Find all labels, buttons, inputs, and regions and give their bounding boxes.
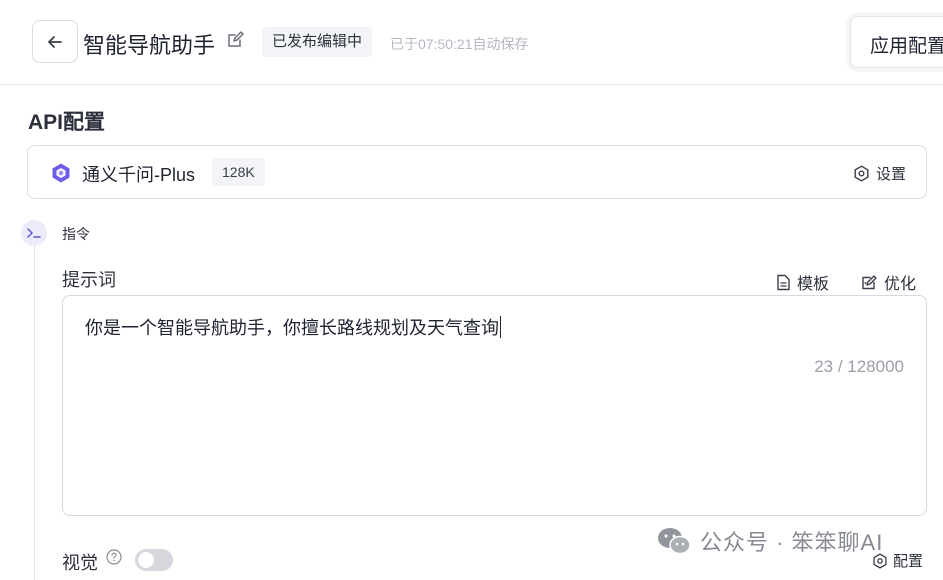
status-badge: 已发布编辑中	[262, 27, 373, 57]
instruction-label: 指令	[62, 226, 90, 242]
help-icon[interactable]	[106, 549, 122, 565]
qwen-logo-icon	[52, 163, 70, 183]
vision-config-button[interactable]: 配置	[872, 550, 923, 571]
wechat-icon	[658, 528, 691, 555]
settings-label: 设置	[876, 166, 907, 183]
optimize-button[interactable]: 优化	[861, 270, 916, 294]
edit-icon[interactable]	[226, 31, 244, 49]
timeline-line	[34, 246, 35, 580]
model-selector[interactable]: 通义千问-Plus 128K 设置	[27, 145, 927, 199]
watermark-text: 公众号 · 笨笨聊AI	[700, 530, 884, 555]
watermark: 公众号 · 笨笨聊AI	[656, 525, 883, 557]
prompt-label: 提示词	[62, 270, 116, 290]
gear-icon	[854, 165, 869, 182]
vision-toggle[interactable]	[135, 549, 173, 571]
back-button[interactable]	[32, 20, 78, 63]
arrow-left-icon	[48, 35, 62, 48]
prompt-text: 你是一个智能导航助手，你擅长路线规划及天气查询	[85, 318, 499, 338]
api-config-title: API配置	[28, 111, 106, 134]
prompt-textarea[interactable]: 你是一个智能导航助手，你擅长路线规划及天气查询 23 / 128000	[62, 295, 927, 516]
vision-config-label: 配置	[893, 553, 924, 570]
text-caret	[500, 316, 501, 338]
instruction-icon	[21, 220, 47, 246]
model-settings-button[interactable]: 设置	[853, 163, 906, 184]
top-bar: 智能导航助手 已发布编辑中 已于07:50:21自动保存 应用配置	[0, 0, 943, 85]
vision-label: 视觉	[62, 553, 98, 573]
template-button[interactable]: 模板	[776, 270, 829, 294]
gear-icon	[873, 552, 887, 569]
terminal-icon	[27, 228, 41, 238]
model-name: 通义千问-Plus	[82, 165, 196, 185]
prompt-content: 你是一个智能导航助手，你擅长路线规划及天气查询	[85, 314, 501, 340]
app-config-label: 应用配置	[870, 36, 943, 57]
optimize-label: 优化	[884, 276, 917, 293]
context-badge: 128K	[212, 158, 265, 186]
autosave-status: 已于07:50:21自动保存	[390, 36, 529, 52]
document-icon	[777, 274, 790, 290]
template-label: 模板	[797, 276, 830, 293]
app-config-button[interactable]: 应用配置	[850, 16, 943, 68]
character-counter: 23 / 128000	[814, 357, 904, 376]
magic-edit-icon	[862, 274, 877, 289]
app-title: 智能导航助手	[83, 34, 216, 59]
toggle-knob	[138, 552, 154, 568]
